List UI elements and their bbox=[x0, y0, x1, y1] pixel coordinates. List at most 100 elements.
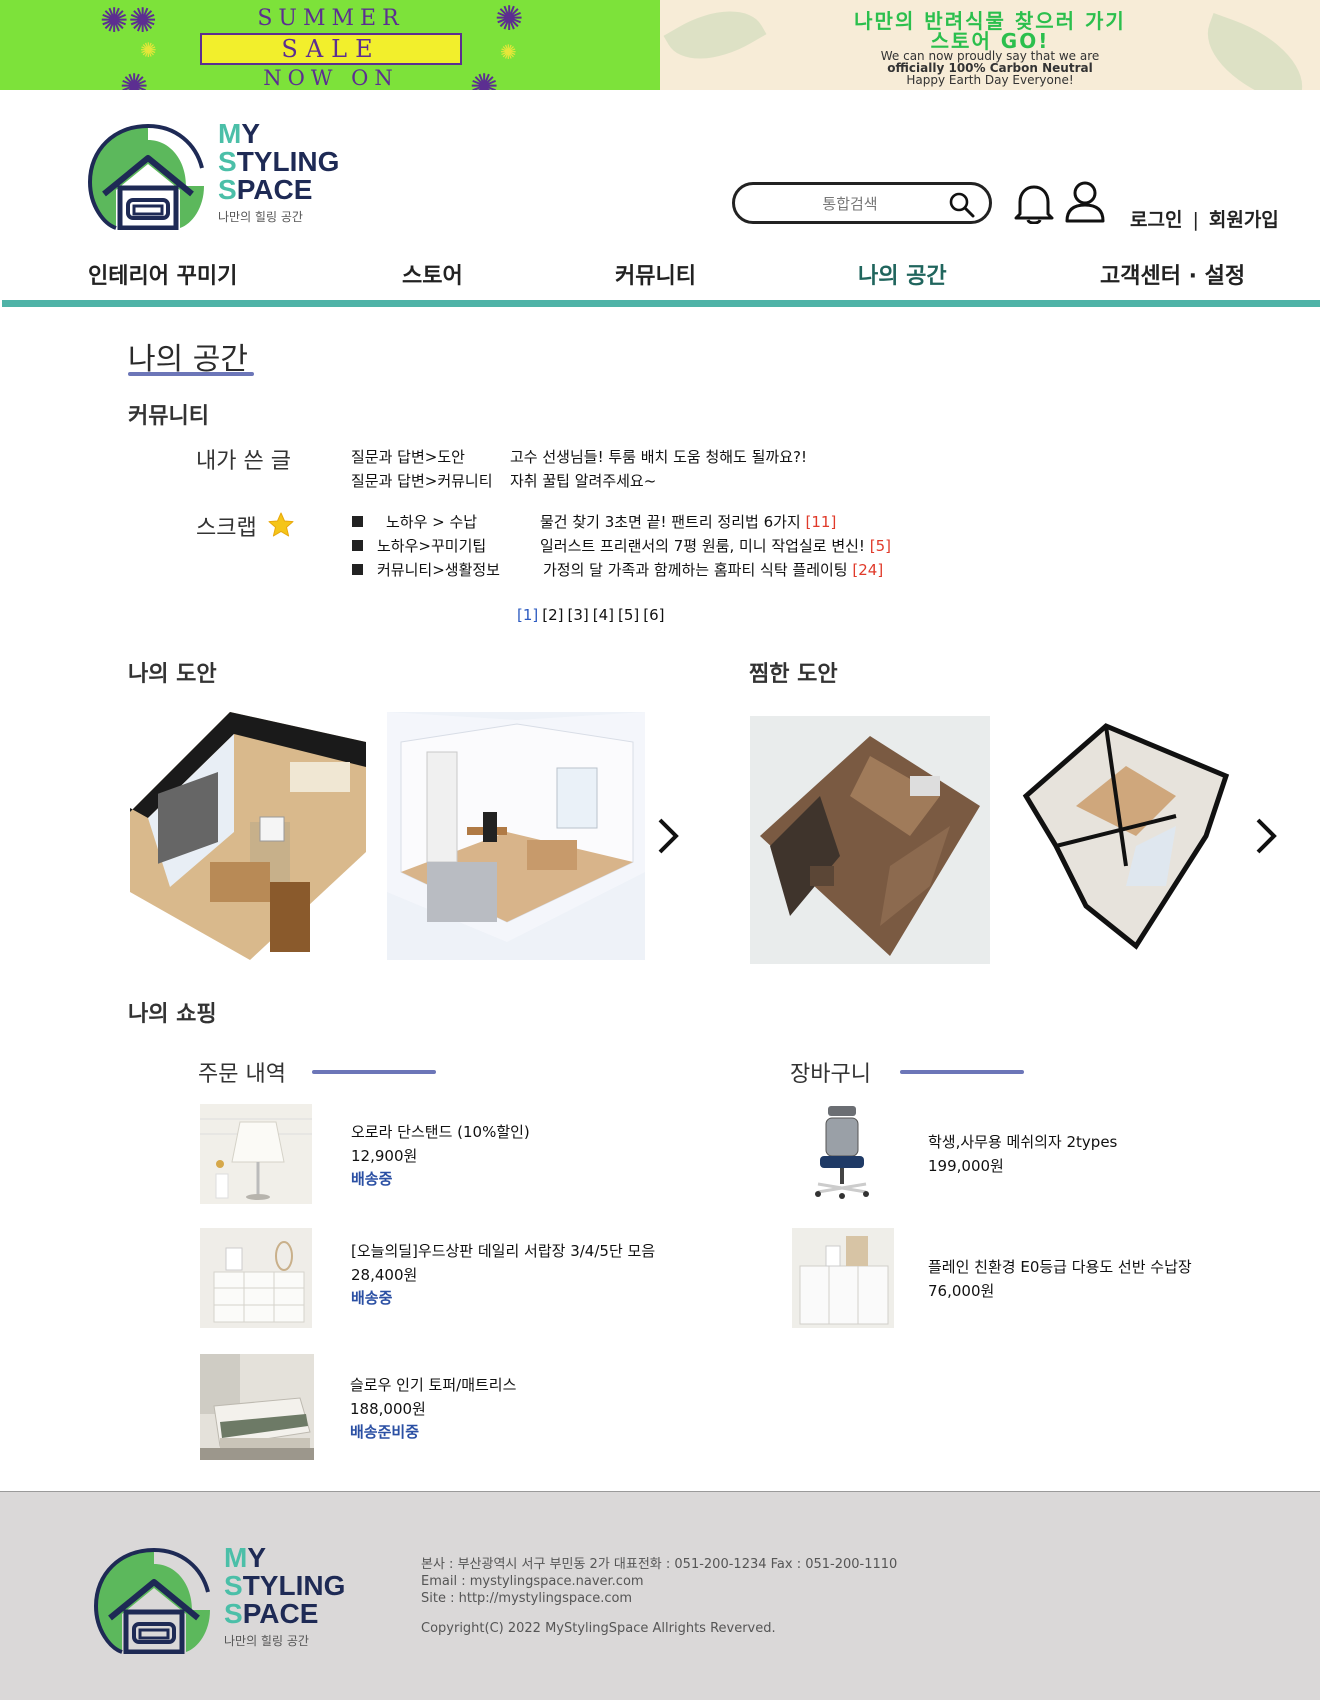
plant-store-banner[interactable]: 나만의 반려식물 찾으러 가기 스토어 GO! We can now proud… bbox=[660, 0, 1320, 90]
search-icon[interactable] bbox=[949, 192, 975, 218]
flower-burst-icon: ✺ bbox=[470, 67, 499, 90]
house-logo-icon bbox=[93, 1548, 210, 1655]
lamp-image bbox=[200, 1104, 312, 1204]
post-category: 질문과 답변>도안 bbox=[351, 448, 465, 466]
order-product-image[interactable] bbox=[200, 1228, 312, 1328]
office-chair-image bbox=[815, 1106, 869, 1199]
auth-separator: | bbox=[1192, 209, 1199, 231]
chevron-right-icon[interactable] bbox=[654, 816, 682, 856]
summer-sale-banner[interactable]: ✺✺ ✺ ✺ ✺ ✺ ✺ SUMMER SALE NOW ON bbox=[0, 0, 660, 90]
auth-links: 로그인 | 회원가입 bbox=[1130, 205, 1279, 232]
bullet-square-icon bbox=[352, 516, 363, 527]
my-posts-label: 내가 쓴 글 bbox=[196, 449, 291, 474]
order-product-price: 28,400원 bbox=[351, 1266, 418, 1284]
scrap-row[interactable]: 노하우 > 수납 물건 찾기 3초면 끝! 팬트리 정리법 6가지 [11] bbox=[352, 511, 836, 532]
cart-product-price: 199,000원 bbox=[928, 1157, 1004, 1175]
scrap-category: 커뮤니티>생활정보 bbox=[377, 561, 500, 579]
company-email[interactable]: Email : mystylingspace.naver.com bbox=[421, 1573, 897, 1590]
scrap-title[interactable]: 물건 찾기 3초면 끝! 팬트리 정리법 6가지 bbox=[540, 511, 801, 532]
bullet-square-icon bbox=[352, 540, 363, 551]
community-heading: 커뮤니티 bbox=[128, 404, 209, 429]
scrap-category: 노하우>꾸미기팁 bbox=[377, 537, 487, 555]
post-category: 질문과 답변>커뮤니티 bbox=[351, 472, 493, 490]
order-status: 배송중 bbox=[351, 1289, 393, 1307]
chevron-right-icon[interactable] bbox=[1252, 816, 1280, 856]
sale-line-summer: SUMMER bbox=[257, 6, 405, 31]
nav-item-interior[interactable]: 인테리어 꾸미기 bbox=[88, 258, 237, 290]
page-link-4[interactable]: [4] bbox=[593, 606, 614, 624]
my-design-thumbnail[interactable] bbox=[387, 712, 645, 960]
order-product-name[interactable]: 오로라 단스탠드 (10%할인) bbox=[351, 1121, 530, 1142]
my-post-row[interactable]: 질문과 답변>도안 고수 선생님들! 투룸 배치 도움 청해도 될까요?! bbox=[351, 446, 807, 467]
nav-item-my-space[interactable]: 나의 공간 bbox=[858, 258, 947, 290]
search-input[interactable] bbox=[765, 193, 935, 215]
my-shopping-heading: 나의 쇼핑 bbox=[128, 1002, 217, 1027]
house-logo-icon bbox=[87, 124, 204, 231]
nav-item-support-settings[interactable]: 고객센터 · 설정 bbox=[1100, 258, 1245, 290]
storage-cabinet-image bbox=[792, 1228, 894, 1328]
scrap-label: 스크랩 bbox=[196, 516, 257, 541]
cart-product-name[interactable]: 플레인 친환경 E0등급 다용도 선반 수납장 bbox=[928, 1256, 1192, 1277]
floorplan-3d-image bbox=[1022, 723, 1230, 950]
flower-burst-icon: ✺ bbox=[120, 67, 149, 90]
scrap-row[interactable]: 커뮤니티>생활정보 가정의 달 가족과 함께하는 홈파티 식탁 플레이팅 [24] bbox=[352, 559, 883, 580]
copyright: Copyright(C) 2022 MyStylingSpace Allrigh… bbox=[421, 1621, 776, 1636]
site-logo[interactable]: MY STYLING SPACE 나만의 힐링 공간 bbox=[86, 118, 356, 231]
scrap-title[interactable]: 일러스트 프리랜서의 7평 원룸, 미니 작업실로 변신! bbox=[540, 535, 865, 556]
page-title-underline bbox=[128, 372, 254, 376]
scrap-title[interactable]: 가정의 달 가족과 함께하는 홈파티 식탁 플레이팅 bbox=[543, 559, 848, 580]
nav-item-store[interactable]: 스토어 bbox=[402, 258, 463, 290]
scrap-comment-count: [11] bbox=[805, 513, 837, 531]
nav-underline-bar bbox=[2, 300, 1320, 307]
order-status: 배송중 bbox=[351, 1170, 393, 1188]
order-product-image[interactable] bbox=[200, 1354, 314, 1460]
page-link-5[interactable]: [5] bbox=[618, 606, 639, 624]
order-product-name[interactable]: 슬로우 인기 토퍼/매트리스 bbox=[350, 1374, 516, 1395]
orders-heading: 주문 내역 bbox=[198, 1062, 286, 1087]
scrap-comment-count: [5] bbox=[869, 537, 891, 555]
post-title[interactable]: 자취 꿀팁 알려주세요~ bbox=[510, 470, 656, 491]
logo-tagline: 나만의 힐링 공간 bbox=[224, 1634, 309, 1648]
page-link-3[interactable]: [3] bbox=[568, 606, 589, 624]
scrap-comment-count: [24] bbox=[852, 561, 884, 579]
sale-line-sale: SALE bbox=[200, 33, 462, 65]
sale-line-now-on: NOW ON bbox=[263, 66, 399, 90]
cart-product-name[interactable]: 학생,사무용 메쉬의자 2types bbox=[928, 1131, 1117, 1152]
post-title[interactable]: 고수 선생님들! 투룸 배치 도움 청해도 될까요?! bbox=[510, 446, 807, 467]
my-post-row[interactable]: 질문과 답변>커뮤니티 자취 꿀팁 알려주세요~ bbox=[351, 470, 656, 491]
scrap-row[interactable]: 노하우>꾸미기팁 일러스트 프리랜서의 7평 원룸, 미니 작업실로 변신! [5… bbox=[352, 535, 891, 556]
order-product-name[interactable]: [오늘의딜]우드상판 데일리 서랍장 3/4/5단 모음 bbox=[351, 1240, 655, 1261]
my-designs-heading: 나의 도안 bbox=[128, 662, 217, 687]
liked-design-thumbnail[interactable] bbox=[750, 716, 990, 964]
pagination: [1] [2] [3] [4] [5] [6] bbox=[517, 606, 669, 624]
room-layout-image bbox=[130, 712, 366, 960]
my-design-thumbnail[interactable] bbox=[130, 712, 366, 960]
cart-product-image[interactable] bbox=[792, 1228, 894, 1328]
logo-wordmark: MY STYLING SPACE bbox=[218, 118, 340, 205]
logo-wordmark: MY STYLING SPACE bbox=[224, 1542, 346, 1629]
cart-heading-line bbox=[900, 1070, 1024, 1074]
liked-designs-heading: 찜한 도안 bbox=[749, 662, 838, 687]
login-link[interactable]: 로그인 bbox=[1130, 205, 1182, 232]
page-link-1[interactable]: [1] bbox=[517, 606, 538, 624]
flower-burst-icon: ✺ bbox=[140, 38, 157, 62]
user-profile-icon[interactable] bbox=[1064, 180, 1106, 224]
banner-text-line: Happy Earth Day Everyone! bbox=[906, 73, 1074, 87]
order-product-image[interactable] bbox=[200, 1104, 312, 1204]
page-link-6[interactable]: [6] bbox=[643, 606, 664, 624]
logo-tagline: 나만의 힐링 공간 bbox=[218, 210, 303, 224]
company-site[interactable]: Site : http://mystylingspace.com bbox=[421, 1590, 897, 1607]
sale-text: SUMMER SALE NOW ON bbox=[200, 6, 462, 90]
order-product-price: 188,000원 bbox=[350, 1400, 426, 1418]
flower-burst-icon: ✺✺ bbox=[100, 1, 157, 41]
cart-product-image[interactable] bbox=[792, 1104, 892, 1204]
nav-item-community[interactable]: 커뮤니티 bbox=[615, 258, 696, 290]
flower-burst-icon: ✺ bbox=[495, 0, 524, 39]
liked-design-thumbnail[interactable] bbox=[1016, 716, 1234, 964]
signup-link[interactable]: 회원가입 bbox=[1209, 205, 1279, 232]
notification-bell-icon[interactable] bbox=[1012, 182, 1056, 224]
company-info: 본사 : 부산광역시 서구 부민동 2가 대표전화 : 051-200-1234… bbox=[421, 1556, 897, 1607]
flower-burst-icon: ✺ bbox=[500, 40, 517, 64]
footer-logo[interactable]: MY STYLING SPACE 나만의 힐링 공간 bbox=[92, 1542, 362, 1655]
page-link-2[interactable]: [2] bbox=[542, 606, 563, 624]
